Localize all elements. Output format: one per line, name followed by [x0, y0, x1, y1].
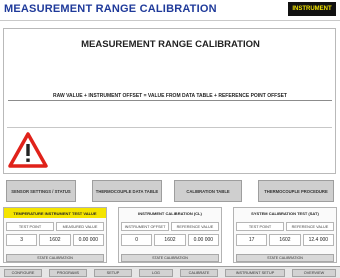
state-calibration-button[interactable]: STATE CALIBRATION [6, 254, 104, 262]
value-field[interactable]: 0.00 000 [187, 234, 219, 246]
value-field[interactable]: 1602 [154, 234, 186, 246]
panel-heading: INSTRUMENT CALIBRATION (CL) [138, 210, 202, 216]
bottom-navigation: CONFIGURE PROGRAMS SETUP LOG CALIBRATE I… [0, 266, 340, 278]
column-label: INSTRUMENT OFFSET [121, 222, 169, 231]
value-field[interactable]: 0.00 000 [72, 234, 104, 246]
system-calibration-panel: SYSTEM CALIBRATION TEST (SAT) TEST POINT… [233, 207, 337, 263]
header-bar: MEASUREMENT RANGE CALIBRATION INSTRUMENT [0, 0, 340, 22]
button-label: THERMOCOUPLE PROCEDURE [264, 188, 328, 194]
value-field[interactable]: 0 [121, 234, 153, 246]
value-field[interactable]: 17 [236, 234, 268, 246]
instrument-calibration-panel: INSTRUMENT CALIBRATION (CL) INSTRUMENT O… [118, 207, 222, 263]
formula-divider [8, 100, 332, 101]
calibration-table-button[interactable]: CALIBRATION TABLE [174, 180, 242, 202]
value-field[interactable]: 1602 [269, 234, 301, 246]
calibration-screen: MEASUREMENT RANGE CALIBRATION INSTRUMENT… [0, 0, 340, 278]
value-field[interactable]: 3 [6, 234, 38, 246]
warning-section [7, 127, 332, 169]
value-field[interactable]: 12.4 000 [302, 234, 334, 246]
calibration-formula: RAW VALUE + INSTRUMENT OFFSET = VALUE FR… [53, 93, 287, 99]
calibration-document-panel: MEASUREMENT RANGE CALIBRATION RAW VALUE … [3, 28, 336, 174]
column-label: MEASURED VALUE [56, 222, 104, 231]
button-label: CALIBRATION TABLE [186, 188, 230, 194]
thermocouple-procedure-button[interactable]: THERMOCOUPLE PROCEDURE [258, 180, 334, 202]
panel-heading: SYSTEM CALIBRATION TEST (SAT) [251, 210, 319, 216]
nav-calibrate[interactable]: CALIBRATE [180, 269, 218, 277]
nav-configure[interactable]: CONFIGURE [4, 269, 42, 277]
column-label: REFERENCE VALUE [171, 222, 219, 231]
warning-triangle-icon [8, 132, 48, 168]
button-label: THERMOCOUPLE DATA TABLE [95, 188, 159, 194]
app-title: MEASUREMENT RANGE CALIBRATION [4, 3, 217, 15]
temperature-test-panel: TEMPERATURE INSTRUMENT TEST VALUE TEST P… [3, 207, 107, 263]
column-label: REFERENCE VALUE [286, 222, 334, 231]
column-label: TEST POINT [236, 222, 284, 231]
nav-overview[interactable]: OVERVIEW [292, 269, 336, 277]
header-divider [0, 20, 340, 21]
button-label: SENSOR SETTINGS / STATUS [11, 188, 71, 194]
panel-heading: TEMPERATURE INSTRUMENT TEST VALUE [4, 208, 106, 218]
sensor-settings-button[interactable]: SENSOR SETTINGS / STATUS [6, 180, 76, 202]
nav-instrument-setup[interactable]: INSTRUMENT SETUP [225, 269, 285, 277]
brand-logo: INSTRUMENT [288, 2, 336, 16]
nav-log[interactable]: LOG [139, 269, 173, 277]
column-label: TEST POINT [6, 222, 54, 231]
state-calibration-button[interactable]: STATE CALIBRATION [121, 254, 219, 262]
nav-setup[interactable]: SETUP [94, 269, 132, 277]
value-field[interactable]: 1602 [39, 234, 71, 246]
nav-programs[interactable]: PROGRAMS [49, 269, 87, 277]
page-title: MEASUREMENT RANGE CALIBRATION [81, 39, 260, 50]
thermocouple-data-table-button[interactable]: THERMOCOUPLE DATA TABLE [92, 180, 162, 202]
state-calibration-button[interactable]: STATE CALIBRATION [236, 254, 334, 262]
